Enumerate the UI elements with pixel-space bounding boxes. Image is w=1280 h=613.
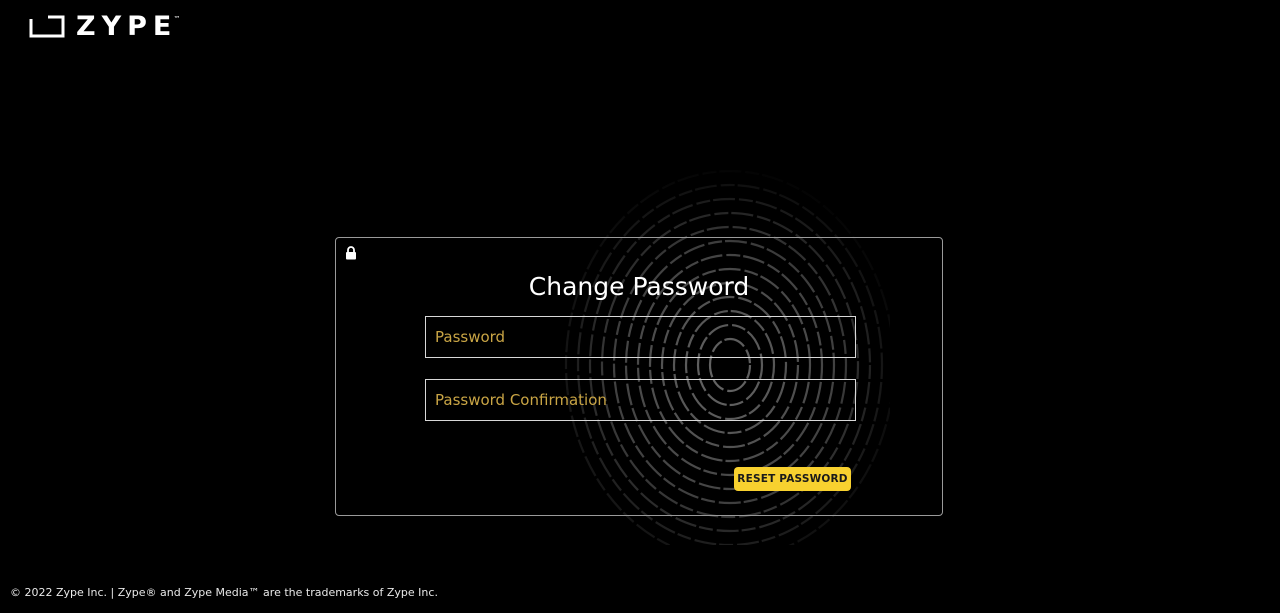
zype-logo-icon xyxy=(29,15,65,38)
lock-icon xyxy=(346,246,356,260)
password-confirmation-input[interactable] xyxy=(425,379,856,421)
logo-trademark: ™ xyxy=(173,15,181,23)
zype-logo[interactable]: ZYPE ™ xyxy=(28,11,181,42)
logo-wordmark: ZYPE xyxy=(76,11,178,42)
change-password-card: Change Password RESET PASSWORD xyxy=(335,237,943,516)
footer-copyright: © 2022 Zype Inc. | Zype® and Zype Media™… xyxy=(10,586,438,599)
reset-password-button[interactable]: RESET PASSWORD xyxy=(734,467,851,491)
change-password-page: ZYPE ™ Change Password RESET PASSWORD © … xyxy=(0,0,1280,613)
page-title: Change Password xyxy=(528,271,750,301)
password-input[interactable] xyxy=(425,316,856,358)
